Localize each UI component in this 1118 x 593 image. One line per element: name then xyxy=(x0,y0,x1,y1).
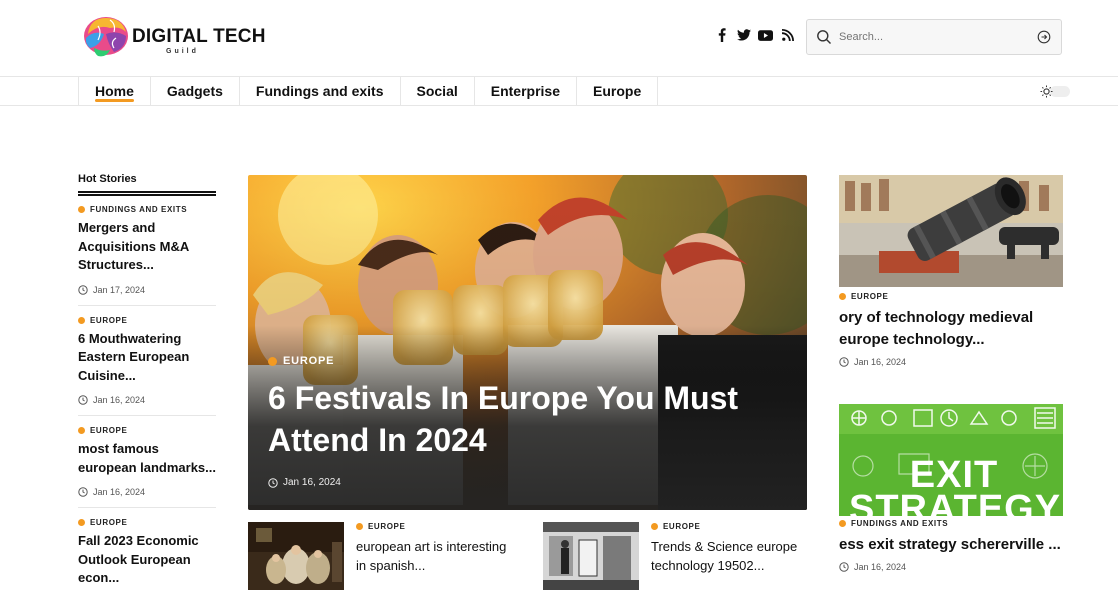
post-card[interactable]: EUROPE ory of technology medieval europe… xyxy=(839,175,1063,367)
post-card-text: EUROPE european art is interesting in sp… xyxy=(356,522,516,575)
list-item: EUROPE 6 Mouthwatering Eastern European … xyxy=(78,316,216,416)
sun-icon xyxy=(1040,85,1053,98)
story-headline[interactable]: 6 Mouthwatering Eastern European Cuisine… xyxy=(78,330,216,386)
featured-post[interactable]: EUROPE 6 Festivals In Europe You Must At… xyxy=(248,175,807,510)
list-item: FUNDINGS AND EXITS Mergers and Acquisiti… xyxy=(78,205,216,306)
category-label[interactable]: FUNDINGS AND EXITS xyxy=(78,205,216,214)
clock-icon xyxy=(78,487,88,497)
post-date: Jan 16, 2024 xyxy=(839,357,1063,367)
clock-icon xyxy=(78,284,88,295)
site-header: DIGITAL TECH Guild xyxy=(0,0,1118,77)
youtube-icon[interactable] xyxy=(758,27,773,43)
search-box[interactable] xyxy=(806,19,1062,55)
category-label[interactable]: EUROPE xyxy=(78,316,216,325)
category-label[interactable]: FUNDINGS AND EXITS xyxy=(839,519,1063,528)
category-dot-icon xyxy=(356,523,363,530)
category-label[interactable]: EUROPE xyxy=(268,355,788,367)
post-date: Jan 16, 2024 xyxy=(268,477,788,488)
category-dot-icon xyxy=(78,316,85,324)
cannon-museum-image xyxy=(839,175,1063,287)
brand-subtitle: Guild xyxy=(166,48,199,55)
category-label[interactable]: EUROPE xyxy=(78,426,216,435)
social-links xyxy=(714,27,795,43)
widget-title: Hot Stories xyxy=(78,173,137,185)
list-item: EUROPE Fall 2023 Economic Outlook Europe… xyxy=(78,518,216,593)
story-headline[interactable]: most famous european landmarks... xyxy=(78,440,216,477)
story-headline[interactable]: Fall 2023 Economic Outlook European econ… xyxy=(78,532,216,588)
category-label[interactable]: EUROPE xyxy=(78,518,216,527)
nav-item-gadgets[interactable]: Gadgets xyxy=(151,77,240,105)
title-divider xyxy=(78,191,216,196)
post-headline[interactable]: ess exit strategy schererville ... xyxy=(839,534,1063,556)
post-thumbnail[interactable] xyxy=(543,522,639,590)
facebook-icon[interactable] xyxy=(714,27,729,43)
search-icon xyxy=(817,30,831,44)
post-date: Jan 17, 2024 xyxy=(78,285,216,295)
nav-item-europe[interactable]: Europe xyxy=(577,77,659,105)
clock-icon xyxy=(78,395,88,405)
story-headline[interactable]: Mergers and Acquisitions M&A Structures.… xyxy=(78,219,216,275)
clock-icon xyxy=(839,357,849,367)
post-headline[interactable]: Trends & Science europe technology 19502… xyxy=(651,537,811,575)
category-dot-icon xyxy=(78,519,85,526)
hot-stories-widget: Hot Stories FUNDINGS AND EXITS Mergers a… xyxy=(78,173,216,593)
nav-item-enterprise[interactable]: Enterprise xyxy=(475,77,577,105)
brain-logo-icon xyxy=(84,17,128,57)
post-card[interactable]: EUROPE european art is interesting in sp… xyxy=(248,522,528,592)
post-headline[interactable]: ory of technology medieval europe techno… xyxy=(839,307,1063,351)
featured-headline[interactable]: 6 Festivals In Europe You Must Attend In… xyxy=(268,377,788,461)
exit-strategy-image-text: EXIT STRATEGY xyxy=(849,454,1062,516)
list-item: EUROPE most famous european landmarks...… xyxy=(78,426,216,508)
category-label[interactable]: EUROPE xyxy=(356,522,516,531)
vintage-photo-thumbnail xyxy=(543,522,639,590)
post-thumbnail[interactable] xyxy=(248,522,344,590)
category-dot-icon xyxy=(78,427,85,434)
post-thumbnail[interactable] xyxy=(839,175,1063,287)
brand-title: DIGITAL TECH xyxy=(132,26,266,47)
post-thumbnail[interactable]: EXIT STRATEGY xyxy=(839,404,1063,516)
category-label[interactable]: EUROPE xyxy=(651,522,811,531)
category-dot-icon xyxy=(839,520,846,527)
category-dot-icon xyxy=(268,356,277,366)
category-label[interactable]: EUROPE xyxy=(839,292,1063,301)
nav-item-fundings-and-exits[interactable]: Fundings and exits xyxy=(240,77,401,105)
twitter-icon[interactable] xyxy=(736,27,751,43)
rss-icon[interactable] xyxy=(780,27,795,43)
clock-icon xyxy=(268,477,278,488)
dark-mode-toggle[interactable] xyxy=(1040,85,1072,98)
nav-item-social[interactable]: Social xyxy=(401,77,475,105)
post-date: Jan 16, 2024 xyxy=(78,395,216,405)
post-date: Jan 16, 2024 xyxy=(839,562,1063,572)
search-input[interactable] xyxy=(839,28,1029,46)
painting-thumbnail xyxy=(248,522,344,590)
arrow-right-circle-icon[interactable] xyxy=(1037,30,1051,44)
post-headline[interactable]: european art is interesting in spanish..… xyxy=(356,537,516,575)
post-card-text: EUROPE Trends & Science europe technolog… xyxy=(651,522,811,575)
category-dot-icon xyxy=(78,206,85,213)
toggle-track xyxy=(1050,86,1070,97)
nav-item-home[interactable]: Home xyxy=(79,77,151,105)
nav-menu: Home Gadgets Fundings and exits Social E… xyxy=(78,77,659,105)
post-date: Jan 16, 2024 xyxy=(78,487,216,497)
category-dot-icon xyxy=(839,293,846,300)
clock-icon xyxy=(839,562,849,572)
post-card[interactable]: EXIT STRATEGY FUNDINGS AND EXITS ess exi… xyxy=(839,404,1063,572)
featured-text: EUROPE 6 Festivals In Europe You Must At… xyxy=(268,355,788,488)
post-card[interactable]: EUROPE Trends & Science europe technolog… xyxy=(543,522,813,592)
site-logo[interactable]: DIGITAL TECH Guild xyxy=(80,10,265,66)
main-nav: Home Gadgets Fundings and exits Social E… xyxy=(0,77,1118,106)
category-dot-icon xyxy=(651,523,658,530)
